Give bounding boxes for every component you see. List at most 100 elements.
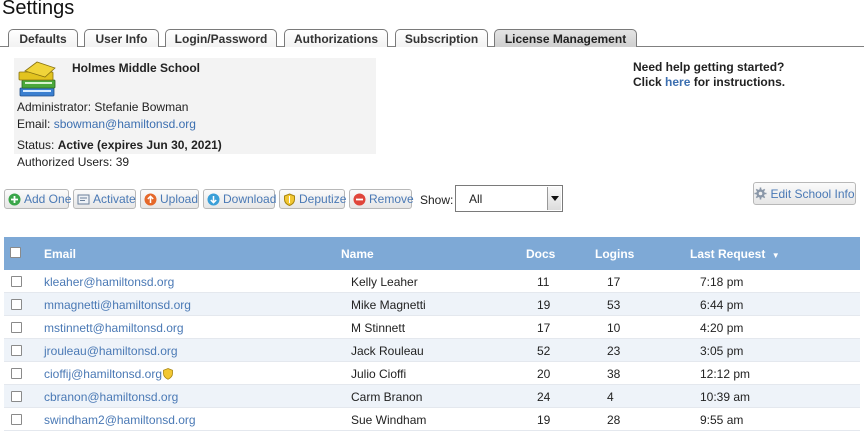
authorized-users-label: Authorized Users: [17,155,113,169]
help-box: Need help getting started? Click here fo… [633,60,785,90]
row-email-link[interactable]: mstinnett@hamiltonsd.org [44,321,184,335]
table-row[interactable]: cbranon@hamiltonsd.org Carm Branon 24 4 10:3… [4,385,860,408]
tab-license-management[interactable]: License Management [494,29,637,47]
table-header: Email Name Docs Logins Last Request ▼ [4,237,860,270]
shield-icon [163,368,173,380]
row-name: Mike Magnetti [351,298,426,312]
col-header-name[interactable]: Name [341,247,374,261]
download-icon [207,193,220,205]
row-checkbox[interactable] [11,368,22,379]
gear-icon [754,187,767,200]
email-label: Email: [17,117,51,131]
edit-school-info-button[interactable]: Edit School Info [753,182,856,205]
row-email-link[interactable]: cbranon@hamiltonsd.org [44,390,178,404]
activate-label: Activate [93,192,136,206]
table-row[interactable]: mmagnetti@hamiltonsd.org Mike Magnetti 19 5… [4,293,860,316]
table-row[interactable]: cioffij@hamiltonsd.org Julio Cioffi 20 38 12… [4,362,860,385]
row-email-link[interactable]: swindham2@hamiltonsd.org [44,413,196,427]
row-name: M Stinnett [351,321,406,335]
help-click-text: Click [633,75,662,89]
show-label: Show: [420,193,454,207]
status-line: Status: Active (expires Jun 30, 2021) [17,138,222,152]
row-checkbox[interactable] [11,276,22,287]
row-docs: 20 [537,367,551,381]
upload-button[interactable]: Upload [140,189,199,209]
row-logins: 4 [607,390,614,404]
row-last-request: 9:55 am [700,413,744,427]
help-heading: Need help getting started? [633,60,785,74]
tab-user-info[interactable]: User Info [84,29,159,47]
help-here-link[interactable]: here [665,75,690,89]
select-all-checkbox[interactable] [10,247,21,258]
row-name: Julio Cioffi [351,367,407,381]
row-logins: 10 [607,321,621,335]
row-logins: 53 [607,298,621,312]
row-name: Jack Rouleau [351,344,424,358]
table-row[interactable]: mstinnett@hamiltonsd.org M Stinnett 17 10 4:… [4,316,860,339]
table-row[interactable]: jrouleau@hamiltonsd.org Jack Rouleau 52 23 3… [4,339,860,362]
remove-icon [353,193,366,205]
row-docs: 52 [537,344,551,358]
row-last-request: 7:18 pm [700,275,744,289]
col-header-docs[interactable]: Docs [526,247,555,261]
users-table: Email Name Docs Logins Last Request ▼ kl… [4,237,860,431]
table-row[interactable]: kleaher@hamiltonsd.org Kelly Leaher 11 17 7:… [4,270,860,293]
add-one-label: Add One [24,192,72,206]
row-checkbox[interactable] [11,391,22,402]
remove-button[interactable]: Remove [349,189,414,209]
add-icon [8,193,21,205]
row-last-request: 10:39 am [700,390,751,404]
administrator-label: Administrator: [17,100,92,114]
row-logins: 28 [607,413,621,427]
row-name: Carm Branon [351,390,423,404]
show-filter-select[interactable]: All [455,185,563,212]
tab-authorizations[interactable]: Authorizations [284,29,388,47]
row-checkbox[interactable] [11,414,22,425]
row-email-link[interactable]: mmagnetti@hamiltonsd.org [44,298,191,312]
deputize-button[interactable]: Deputize [279,189,347,209]
page-title: Settings [2,0,75,19]
row-docs: 19 [537,413,551,427]
school-name: Holmes Middle School [72,61,201,75]
row-checkbox[interactable] [11,322,22,333]
dropdown-arrow-icon[interactable] [547,187,561,210]
help-suffix-text: for instructions. [693,75,786,89]
deputize-label: Deputize [299,192,347,206]
admin-email-link[interactable]: sbowman@hamiltonsd.org [54,117,196,131]
upload-icon [144,193,157,205]
remove-label: Remove [369,192,414,206]
activate-button[interactable]: Activate [73,189,136,209]
row-email-link[interactable]: kleaher@hamiltonsd.org [44,275,174,289]
row-name: Sue Windham [351,413,427,427]
administrator-line: Administrator: Stefanie Bowman [17,100,188,114]
row-checkbox[interactable] [11,299,22,310]
row-name: Kelly Leaher [351,275,418,289]
books-icon [18,61,56,97]
col-header-email[interactable]: Email [44,247,76,261]
col-header-last-request[interactable]: Last Request ▼ [690,247,780,261]
download-label: Download [223,192,277,206]
tab-subscription[interactable]: Subscription [395,29,488,47]
col-header-last-request-label: Last Request [690,247,766,261]
tab-login-password[interactable]: Login/Password [165,29,277,47]
shield-icon [284,192,295,206]
row-last-request: 12:12 pm [700,367,751,381]
administrator-name: Stefanie Bowman [94,100,189,114]
email-line: Email: sbowman@hamiltonsd.org [17,117,196,131]
row-docs: 17 [537,321,551,335]
row-logins: 17 [607,275,621,289]
download-button[interactable]: Download [203,189,277,209]
authorized-users-line: Authorized Users: 39 [17,155,129,169]
row-email-link[interactable]: cioffij@hamiltonsd.org [44,367,162,381]
row-last-request: 4:20 pm [700,321,744,335]
activate-icon [77,194,90,204]
add-one-button[interactable]: Add One [4,189,72,209]
row-docs: 11 [537,275,550,289]
tab-defaults[interactable]: Defaults [8,29,78,47]
row-checkbox[interactable] [11,345,22,356]
status-value: Active (expires Jun 30, 2021) [57,138,222,152]
table-body: kleaher@hamiltonsd.org Kelly Leaher 11 17 7:… [4,270,860,431]
col-header-logins[interactable]: Logins [595,247,634,261]
row-email-link[interactable]: jrouleau@hamiltonsd.org [44,344,178,358]
tab-bar: Defaults User Info Login/Password Author… [0,29,864,47]
